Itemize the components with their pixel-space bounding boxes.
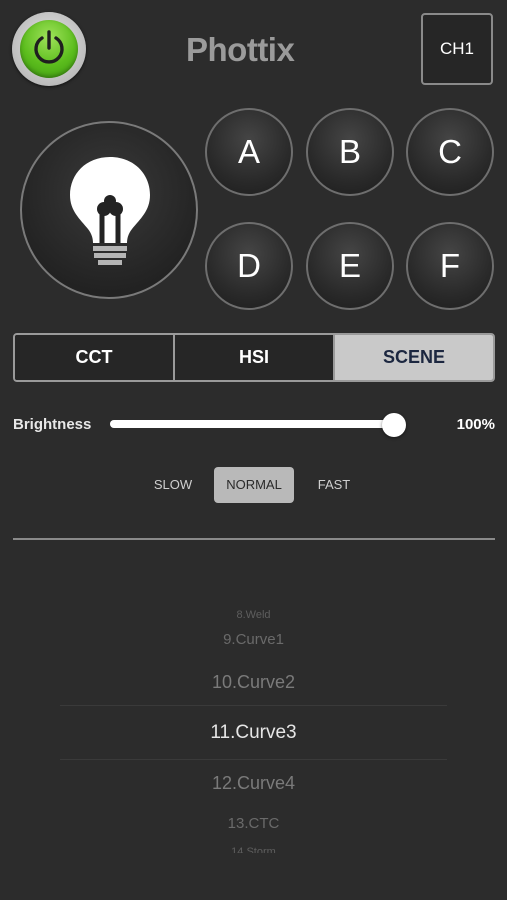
light-bulb-icon	[70, 157, 150, 265]
brand-logo: Phottix	[186, 31, 295, 68]
group-c-button[interactable]: C	[406, 108, 494, 196]
tab-scene[interactable]: SCENE	[333, 335, 493, 380]
mode-tabs: CCT HSI SCENE	[13, 333, 495, 382]
light-toggle-button[interactable]	[20, 121, 198, 299]
scene-picker[interactable]: 8.Weld 9.Curve1 10.Curve2 11.Curve3 12.C…	[60, 600, 447, 855]
group-f-button[interactable]: F	[406, 222, 494, 310]
speed-fast-option[interactable]: FAST	[308, 467, 360, 503]
divider	[13, 538, 495, 540]
scene-item[interactable]: 13.CTC	[60, 815, 447, 833]
speed-normal-option[interactable]: NORMAL	[214, 467, 294, 503]
scene-item-selected[interactable]: 11.Curve3	[60, 721, 447, 745]
power-button[interactable]	[12, 12, 86, 86]
scene-item[interactable]: 10.Curve2	[60, 671, 447, 693]
scene-item[interactable]: 8.Weld	[60, 610, 447, 622]
tab-hsi[interactable]: HSI	[173, 335, 333, 380]
speed-slow-option[interactable]: SLOW	[146, 467, 200, 503]
brightness-slider-fill	[110, 420, 394, 428]
group-a-button[interactable]: A	[205, 108, 293, 196]
brightness-value: 100%	[456, 416, 495, 433]
tab-cct[interactable]: CCT	[15, 335, 173, 380]
group-e-button[interactable]: E	[306, 222, 394, 310]
brightness-slider-track[interactable]	[110, 420, 394, 428]
group-b-button[interactable]: B	[306, 108, 394, 196]
brightness-slider-thumb[interactable]	[382, 413, 406, 437]
brightness-label: Brightness	[13, 416, 92, 433]
group-d-button[interactable]: D	[205, 222, 293, 310]
scene-item[interactable]: 9.Curve1	[60, 631, 447, 649]
channel-button[interactable]: CH1	[421, 13, 493, 85]
power-icon	[34, 30, 64, 64]
scene-item[interactable]: 12.Curve4	[60, 772, 447, 794]
scene-item[interactable]: 14.Storm	[60, 845, 447, 853]
